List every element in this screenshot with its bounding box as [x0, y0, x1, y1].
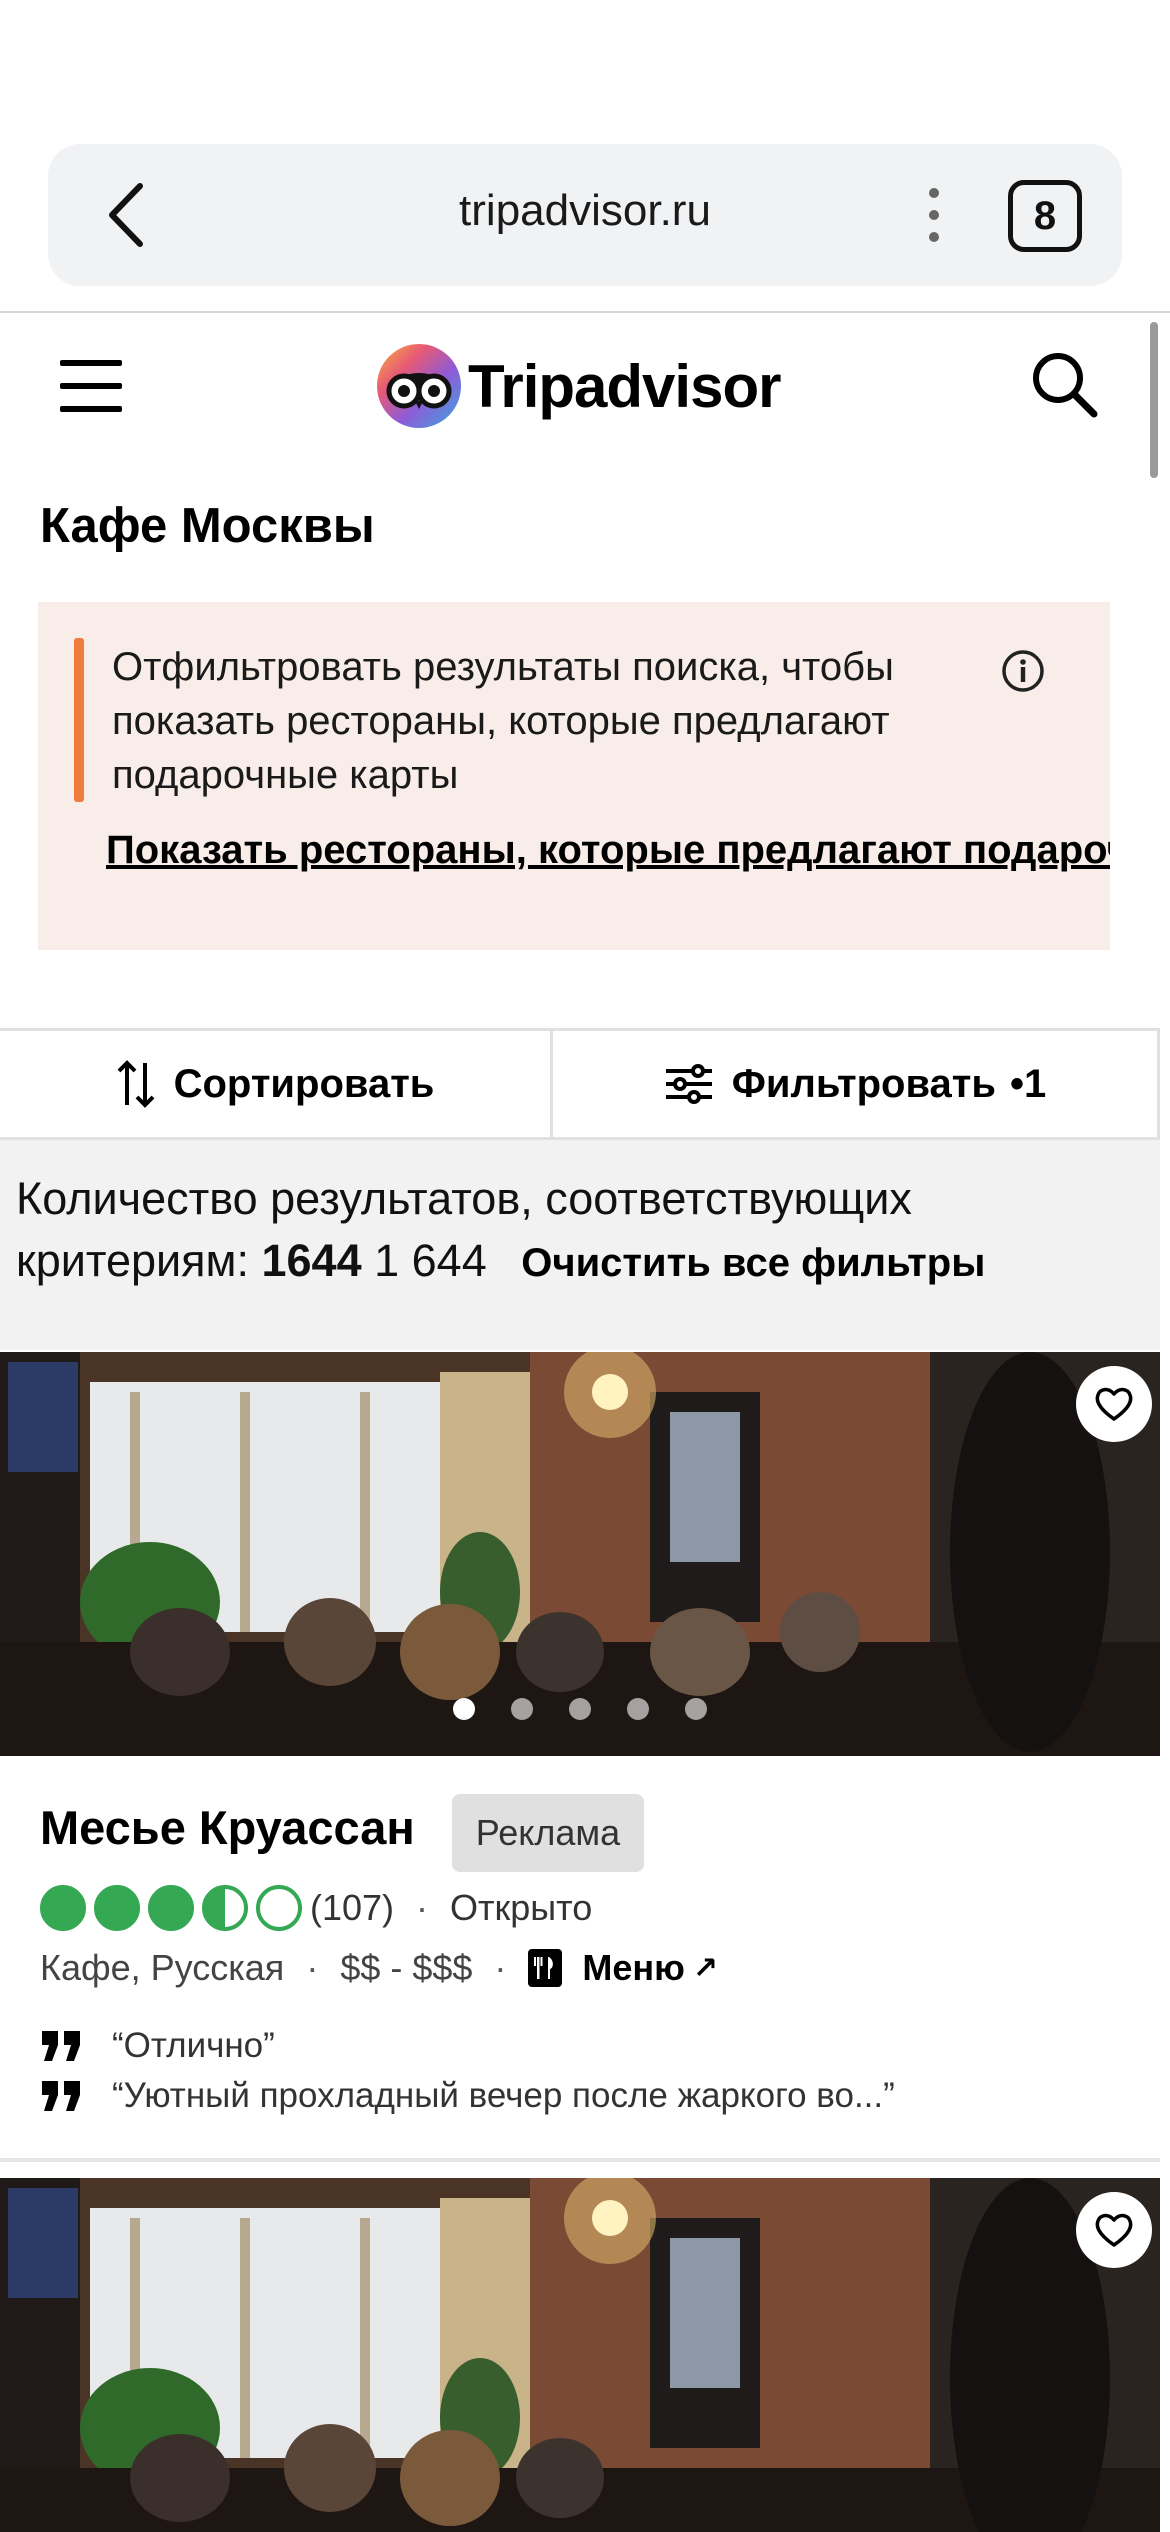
save-heart-button[interactable] — [1076, 1366, 1152, 1442]
carousel-dot[interactable] — [453, 1698, 475, 1720]
carousel-dot[interactable] — [685, 1698, 707, 1720]
sort-filter-bar: Сортировать Фильтровать •1 — [0, 1028, 1160, 1140]
carousel-dot[interactable] — [627, 1698, 649, 1720]
listing-name[interactable]: Месье Круассан — [40, 1800, 415, 1855]
results-count-bold: 1644 — [261, 1235, 362, 1286]
rating-row: (107) · Открыто — [40, 1884, 592, 1932]
rating-bubble-half — [202, 1885, 248, 1931]
logo-text: Tripadvisor — [468, 352, 781, 420]
rating-bubble — [40, 1885, 86, 1931]
tripadvisor-logo[interactable]: Tripadvisor — [376, 338, 781, 434]
results-count-bar: Количество результатов, соответствующих … — [0, 1140, 1160, 1350]
open-status: Открыто — [450, 1887, 593, 1928]
results-count-formatted: 1 644 — [374, 1235, 487, 1286]
banner-accent — [74, 638, 84, 802]
chrome-divider — [0, 311, 1170, 313]
restaurant-interior-photo — [0, 2178, 1160, 2532]
more-options-icon[interactable] — [904, 180, 964, 250]
browser-address-bar[interactable]: tripadvisor.ru 8 — [48, 144, 1122, 286]
sort-icon — [117, 1060, 155, 1108]
results-label-line2: критериям: — [16, 1235, 249, 1286]
filter-sliders-icon — [665, 1064, 712, 1104]
listing-photo-carousel[interactable] — [0, 2178, 1160, 2532]
carousel-dot[interactable] — [569, 1698, 591, 1720]
banner-text: Отфильтровать результаты поиска, чтобы п… — [112, 645, 894, 797]
owl-logo-icon — [377, 344, 461, 428]
cuisine-text: Кафе, Русская — [40, 1947, 285, 1988]
heart-icon — [1095, 2213, 1133, 2247]
review-snippet[interactable]: “Уютный прохладный вечер после жаркого в… — [40, 2076, 895, 2116]
clear-filters-link[interactable]: Очистить все фильтры — [521, 1241, 985, 1285]
page-title: Кафе Москвы — [40, 499, 375, 553]
price-range: $$ - $$$ — [340, 1947, 473, 1988]
scrollbar[interactable] — [1150, 322, 1158, 478]
review-snippet[interactable]: “Отлично” — [40, 2026, 275, 2066]
card-divider — [0, 2158, 1160, 2162]
sort-label: Сортировать — [173, 1061, 435, 1106]
save-heart-button[interactable] — [1076, 2192, 1152, 2268]
listing-photo-carousel[interactable] — [0, 1352, 1160, 1756]
review-count[interactable]: (107) — [310, 1887, 394, 1929]
filter-label: Фильтровать — [731, 1061, 996, 1106]
sort-button[interactable]: Сортировать — [0, 1031, 553, 1137]
rating-bubble — [148, 1885, 194, 1931]
quote-icon — [42, 2081, 80, 2111]
quote-icon — [42, 2031, 80, 2061]
menu-link[interactable]: Меню — [582, 1947, 685, 1989]
meta-row: Кафе, Русская · $$ - $$$ · Меню ↗ — [40, 1944, 718, 1992]
menu-fork-knife-icon — [528, 1949, 563, 1987]
separator-dot: · — [306, 1947, 319, 1988]
review-quote-text: “Отлично” — [112, 2026, 275, 2065]
external-link-icon[interactable]: ↗ — [693, 1951, 718, 1986]
tabs-count-button[interactable]: 8 — [1008, 180, 1082, 252]
gift-card-banner: Отфильтровать результаты поиска, чтобы п… — [38, 602, 1110, 950]
separator-dot: · — [416, 1887, 429, 1928]
ad-badge: Реклама — [452, 1794, 644, 1872]
rating-bubble-empty — [256, 1885, 302, 1931]
results-label-line1: Количество результатов, соответствующих — [16, 1173, 912, 1224]
filter-button[interactable]: Фильтровать •1 — [553, 1031, 1157, 1137]
results-text: Количество результатов, соответствующих … — [16, 1168, 985, 1294]
separator-dot: · — [494, 1947, 507, 1988]
restaurant-interior-photo — [0, 1352, 1160, 1756]
review-quote-text: “Уютный прохладный вечер после жаркого в… — [112, 2076, 895, 2115]
filter-count: •1 — [1009, 1061, 1047, 1106]
gift-card-filter-link[interactable]: Показать рестораны, которые предлагают п… — [106, 828, 1110, 873]
heart-icon — [1095, 1387, 1133, 1421]
search-icon[interactable] — [1026, 346, 1104, 424]
hamburger-menu-icon[interactable] — [60, 356, 126, 416]
carousel-dots — [0, 1698, 1160, 1720]
rating-bubble — [94, 1885, 140, 1931]
carousel-dot[interactable] — [511, 1698, 533, 1720]
info-icon[interactable] — [1000, 648, 1046, 694]
back-icon[interactable] — [88, 176, 166, 254]
